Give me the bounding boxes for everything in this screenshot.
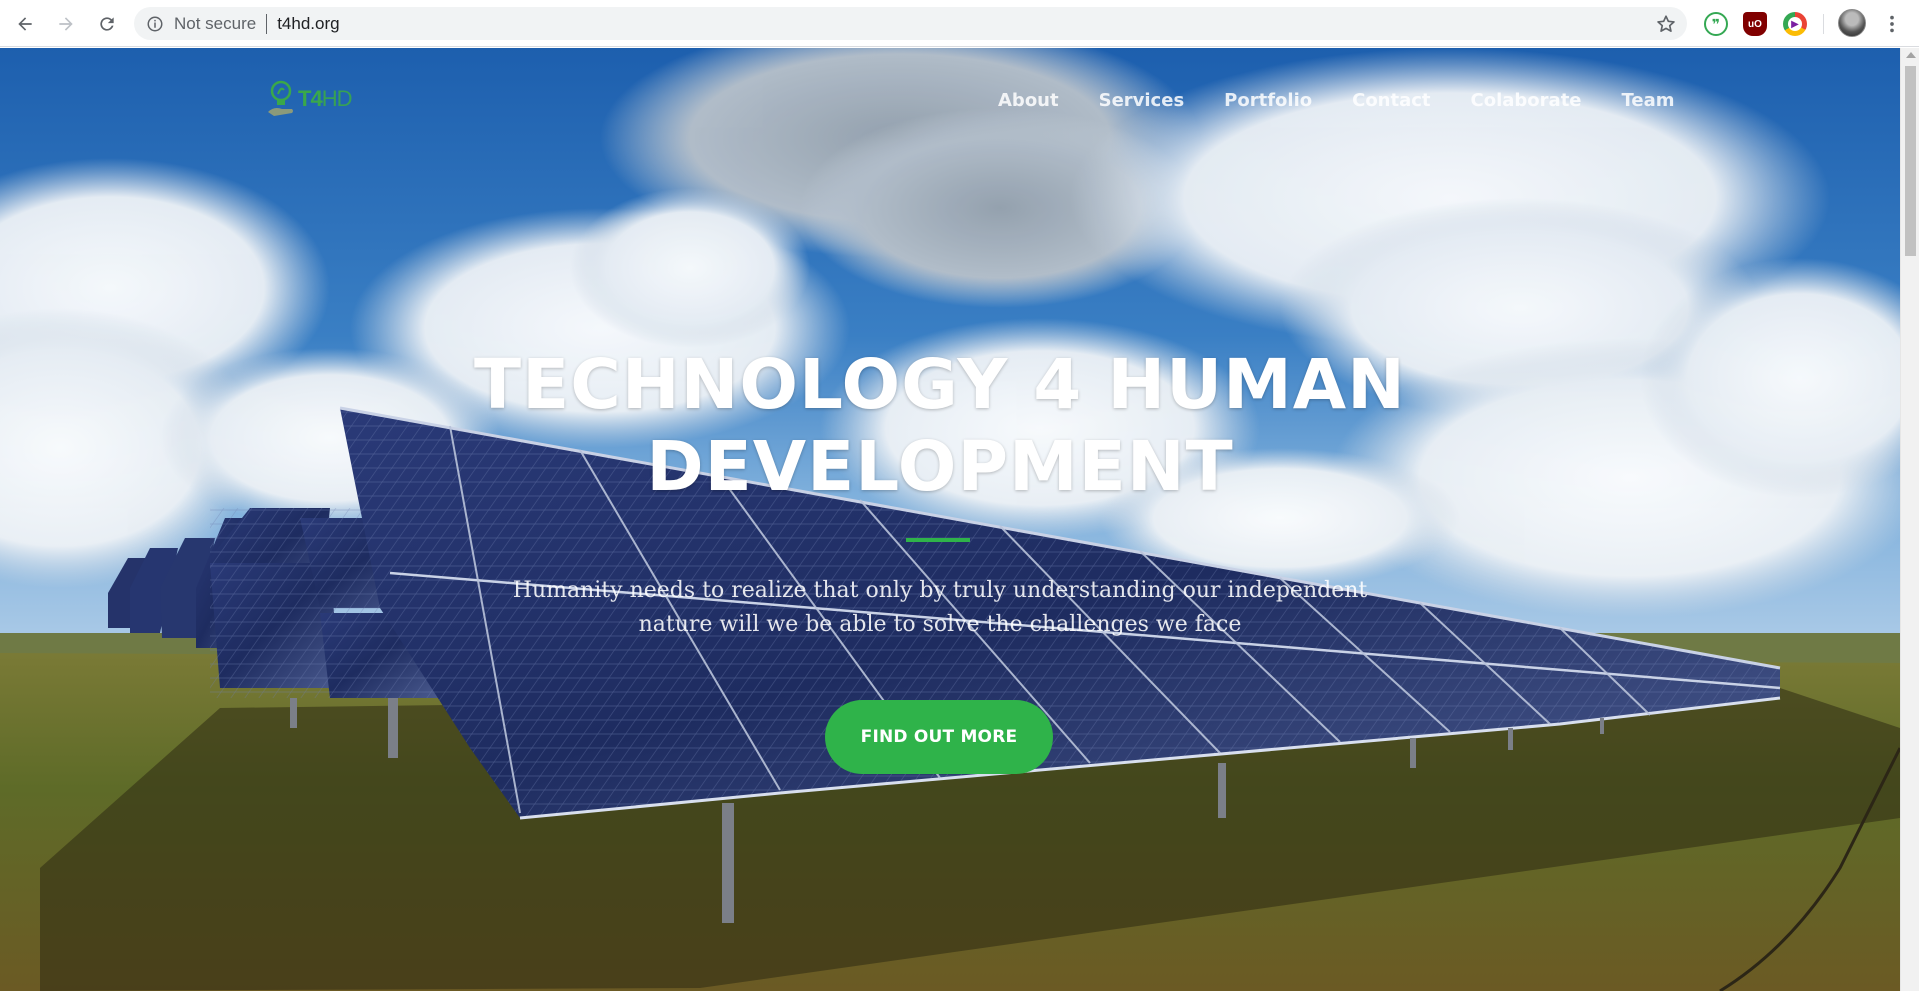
back-arrow-icon xyxy=(18,17,32,31)
hero-title-line1: TECHNOLOGY 4 HUMAN xyxy=(474,345,1406,425)
hero-section: T4HD About Services Portfolio Contact Co… xyxy=(0,48,1900,991)
hero-background-image xyxy=(0,48,1900,991)
quote-extension-icon[interactable]: ❞ xyxy=(1704,12,1728,36)
hero-title: TECHNOLOGY 4 HUMAN DEVELOPMENT xyxy=(450,344,1430,508)
find-out-more-button[interactable]: FIND OUT MORE xyxy=(825,700,1053,774)
star-icon[interactable] xyxy=(1655,13,1677,35)
page-scrollbar[interactable] xyxy=(1900,48,1919,991)
forward-arrow-icon xyxy=(59,17,73,31)
ublock-extension-icon[interactable]: uO xyxy=(1743,12,1767,36)
toolbar-divider xyxy=(1823,14,1824,34)
nav-link-portfolio[interactable]: Portfolio xyxy=(1204,88,1332,114)
reload-button[interactable] xyxy=(87,4,127,44)
nav-link-contact[interactable]: Contact xyxy=(1332,88,1450,114)
nav-link-team[interactable]: Team xyxy=(1602,88,1695,114)
nav-link-colaborate[interactable]: Colaborate xyxy=(1451,88,1602,114)
security-label[interactable]: Not secure xyxy=(174,14,256,34)
nav-link-services[interactable]: Services xyxy=(1079,88,1205,114)
url-text[interactable]: t4hd.org xyxy=(277,14,339,34)
page-viewport: T4HD About Services Portfolio Contact Co… xyxy=(0,48,1900,991)
hero-divider xyxy=(906,538,970,542)
browser-toolbar: Not secure t4hd.org ❞ uO ▶ xyxy=(0,0,1919,47)
profile-avatar[interactable] xyxy=(1838,9,1866,37)
play-extension-icon[interactable]: ▶ xyxy=(1783,12,1807,36)
address-separator xyxy=(266,13,268,34)
hero-title-line2: DEVELOPMENT xyxy=(646,427,1234,507)
back-button[interactable] xyxy=(5,4,45,44)
lightbulb-hand-icon xyxy=(268,80,293,116)
forward-button[interactable] xyxy=(46,4,86,44)
address-bar[interactable]: Not secure t4hd.org xyxy=(134,7,1687,40)
site-logo[interactable]: T4HD xyxy=(266,78,352,120)
reload-icon xyxy=(100,17,114,31)
scroll-up-arrow-icon[interactable] xyxy=(1906,52,1916,58)
menu-dots-icon[interactable] xyxy=(1880,12,1904,36)
scrollbar-thumb[interactable] xyxy=(1905,66,1916,256)
info-icon[interactable] xyxy=(146,15,164,33)
nav-link-about[interactable]: About xyxy=(998,88,1079,114)
main-nav: About Services Portfolio Contact Colabor… xyxy=(998,88,1695,114)
hero-subtitle: Humanity needs to realize that only by t… xyxy=(512,578,1368,637)
logo-text: T4HD xyxy=(298,86,352,111)
